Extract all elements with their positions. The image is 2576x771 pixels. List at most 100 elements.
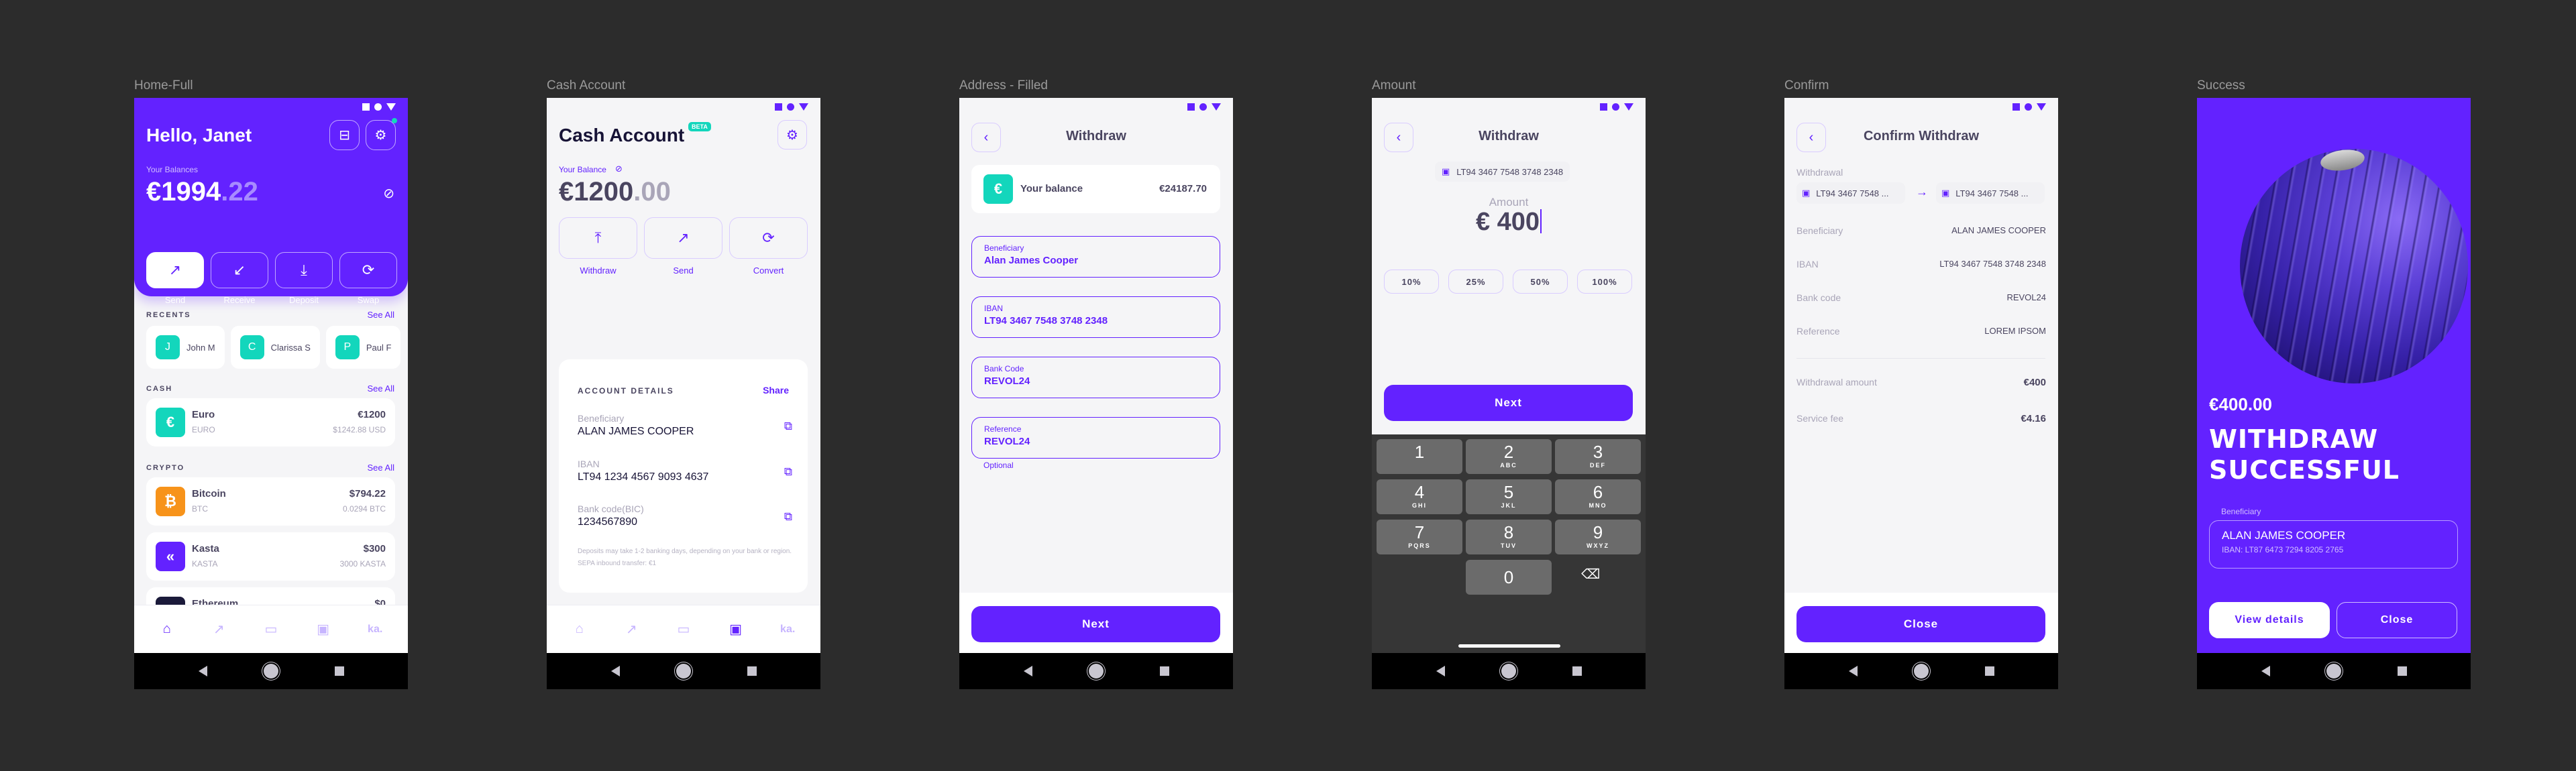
close-button[interactable]: Close — [1796, 606, 2045, 642]
recents-list: J John M C Clarissa S P Paul F — [146, 326, 401, 369]
arrow-up-right-icon[interactable]: ↗ — [644, 217, 722, 259]
recent-contact[interactable]: J John M — [146, 326, 225, 369]
bank-code-field[interactable]: Bank Code REVOL24 — [971, 357, 1220, 398]
key-7[interactable]: 7 PQRS — [1377, 520, 1462, 554]
backspace-icon[interactable]: ⌫ — [1581, 566, 1600, 583]
key-9[interactable]: 9 WXYZ — [1555, 520, 1641, 554]
download-icon[interactable]: ⤓ — [275, 252, 333, 288]
key-1[interactable]: 1 — [1377, 439, 1462, 474]
arrow-up-right-icon[interactable]: ↗ — [146, 252, 204, 288]
key-4[interactable]: 4 GHI — [1377, 479, 1462, 514]
beneficiary-field[interactable]: Beneficiary Alan James Cooper — [971, 236, 1220, 278]
nav-back-icon[interactable] — [610, 666, 620, 676]
home-icon[interactable]: ⌂ — [563, 621, 596, 637]
chart-trend-icon[interactable]: ↗ — [614, 621, 648, 638]
nav-recents-icon[interactable] — [1159, 666, 1169, 676]
nav-back-icon[interactable] — [1436, 666, 1445, 676]
nav-recents-icon[interactable] — [334, 666, 344, 676]
scan-button[interactable]: ⊟ — [329, 120, 360, 150]
next-button[interactable]: Next — [1384, 385, 1633, 421]
key-6[interactable]: 6 MNO — [1555, 479, 1641, 514]
nav-back-icon[interactable] — [1023, 666, 1032, 676]
nav-recents-icon[interactable] — [1984, 666, 1994, 676]
share-link[interactable]: Share — [763, 385, 789, 396]
swap-icon[interactable]: ⟳ — [729, 217, 808, 259]
send-action[interactable]: ↗ Send — [146, 252, 204, 305]
swap-icon[interactable]: ⟳ — [339, 252, 397, 288]
cash-icon[interactable]: ▣ — [719, 621, 753, 638]
convert-action[interactable]: ⟳ Convert — [729, 217, 808, 276]
key-3[interactable]: 3 DEF — [1555, 439, 1641, 474]
field-value[interactable]: REVOL24 — [984, 436, 1208, 447]
iban-field[interactable]: IBAN LT94 3467 7548 3748 2348 — [971, 296, 1220, 338]
upload-icon[interactable]: ⤒ — [559, 217, 637, 259]
close-button[interactable]: Close — [2337, 602, 2457, 638]
kasta-logo-icon[interactable]: ka. — [771, 624, 804, 636]
status-bar — [2012, 103, 2046, 111]
amount-value: € 400 — [1475, 208, 1540, 236]
percent-100-button[interactable]: 100% — [1577, 270, 1632, 294]
nav-home-icon[interactable] — [676, 664, 691, 678]
key-8[interactable]: 8 TUV — [1466, 520, 1552, 554]
view-details-button[interactable]: View details — [2209, 602, 2330, 638]
copy-icon[interactable]: ⧉ — [784, 420, 792, 433]
reference-field[interactable]: Reference REVOL24 — [971, 417, 1220, 459]
key-digit: 4 — [1414, 482, 1425, 502]
nav-back-icon[interactable] — [198, 666, 207, 676]
asset-row-euro[interactable]: € Euro EURO €1200 $1242.88 USD — [146, 398, 395, 447]
hide-balance-icon[interactable]: ⊘ — [383, 185, 394, 202]
hide-balance-icon[interactable]: ⊘ — [615, 164, 623, 174]
nav-recents-icon[interactable] — [1572, 666, 1582, 676]
key-2[interactable]: 2 ABC — [1466, 439, 1552, 474]
chart-trend-icon[interactable]: ↗ — [202, 621, 235, 638]
key-letters: PQRS — [1408, 542, 1431, 549]
field-value[interactable]: REVOL24 — [984, 375, 1208, 387]
arrow-down-left-icon[interactable]: ↙ — [211, 252, 268, 288]
send-action[interactable]: ↗ Send — [644, 217, 722, 276]
next-button[interactable]: Next — [971, 606, 1220, 642]
nav-home-icon[interactable] — [263, 664, 278, 678]
key-5[interactable]: 5 JKL — [1466, 479, 1552, 514]
percent-50-button[interactable]: 50% — [1513, 270, 1568, 294]
nav-home-icon[interactable] — [1501, 664, 1516, 678]
recent-contact[interactable]: C Clarissa S — [230, 326, 320, 369]
recent-contact[interactable]: P Paul F — [325, 326, 401, 369]
nav-home-icon[interactable] — [2326, 664, 2341, 678]
iban-value: LT94 3467 7548 3748 2348 — [1456, 166, 1564, 177]
briefcase-icon[interactable]: ▭ — [254, 621, 288, 638]
swap-action[interactable]: ⟳ Swap — [339, 252, 397, 305]
nav-home-icon[interactable] — [1088, 664, 1104, 678]
receive-action[interactable]: ↙ Receive — [211, 252, 268, 305]
nav-back-icon[interactable] — [1848, 666, 1858, 676]
briefcase-icon[interactable]: ▭ — [667, 621, 700, 638]
to-account: LT94 3467 7548 ... — [1955, 188, 2029, 198]
key-0[interactable]: 0 — [1466, 560, 1552, 595]
settings-button[interactable]: ⚙ — [366, 118, 397, 150]
percent-10-button[interactable]: 10% — [1384, 270, 1439, 294]
crypto-see-all[interactable]: See All — [368, 463, 394, 473]
home-icon[interactable]: ⌂ — [150, 621, 184, 637]
amount-input[interactable]: € 400 — [1372, 208, 1646, 237]
euro-icon: € — [983, 174, 1013, 204]
row-value: ALAN JAMES COOPER — [1951, 225, 2046, 235]
copy-icon[interactable]: ⧉ — [784, 465, 792, 479]
nav-home-icon[interactable] — [1913, 664, 1929, 678]
cash-see-all[interactable]: See All — [368, 383, 394, 394]
withdraw-action[interactable]: ⤒ Withdraw — [559, 217, 637, 276]
deposit-action[interactable]: ⤓ Deposit — [275, 252, 333, 305]
key-digit: 2 — [1503, 442, 1514, 462]
nav-recents-icon[interactable] — [747, 666, 757, 676]
field-value[interactable]: LT94 3467 7548 3748 2348 — [984, 315, 1208, 327]
nav-recents-icon[interactable] — [2397, 666, 2407, 676]
percent-25-button[interactable]: 25% — [1448, 270, 1503, 294]
iban-chip: ▣ LT94 3467 7548 3748 2348 — [1435, 162, 1570, 182]
asset-row-kasta[interactable]: « Kasta KASTA $300 3000 KASTA — [146, 532, 395, 581]
cash-icon[interactable]: ▣ — [307, 621, 340, 638]
asset-row-bitcoin[interactable]: ₿ Bitcoin BTC $794.22 0.0294 BTC — [146, 477, 395, 526]
field-value[interactable]: Alan James Cooper — [984, 255, 1208, 266]
settings-button[interactable]: ⚙ — [777, 120, 807, 150]
recents-see-all[interactable]: See All — [368, 310, 394, 320]
copy-icon[interactable]: ⧉ — [784, 510, 792, 524]
nav-back-icon[interactable] — [2261, 666, 2270, 676]
kasta-logo-icon[interactable]: ka. — [358, 624, 392, 636]
